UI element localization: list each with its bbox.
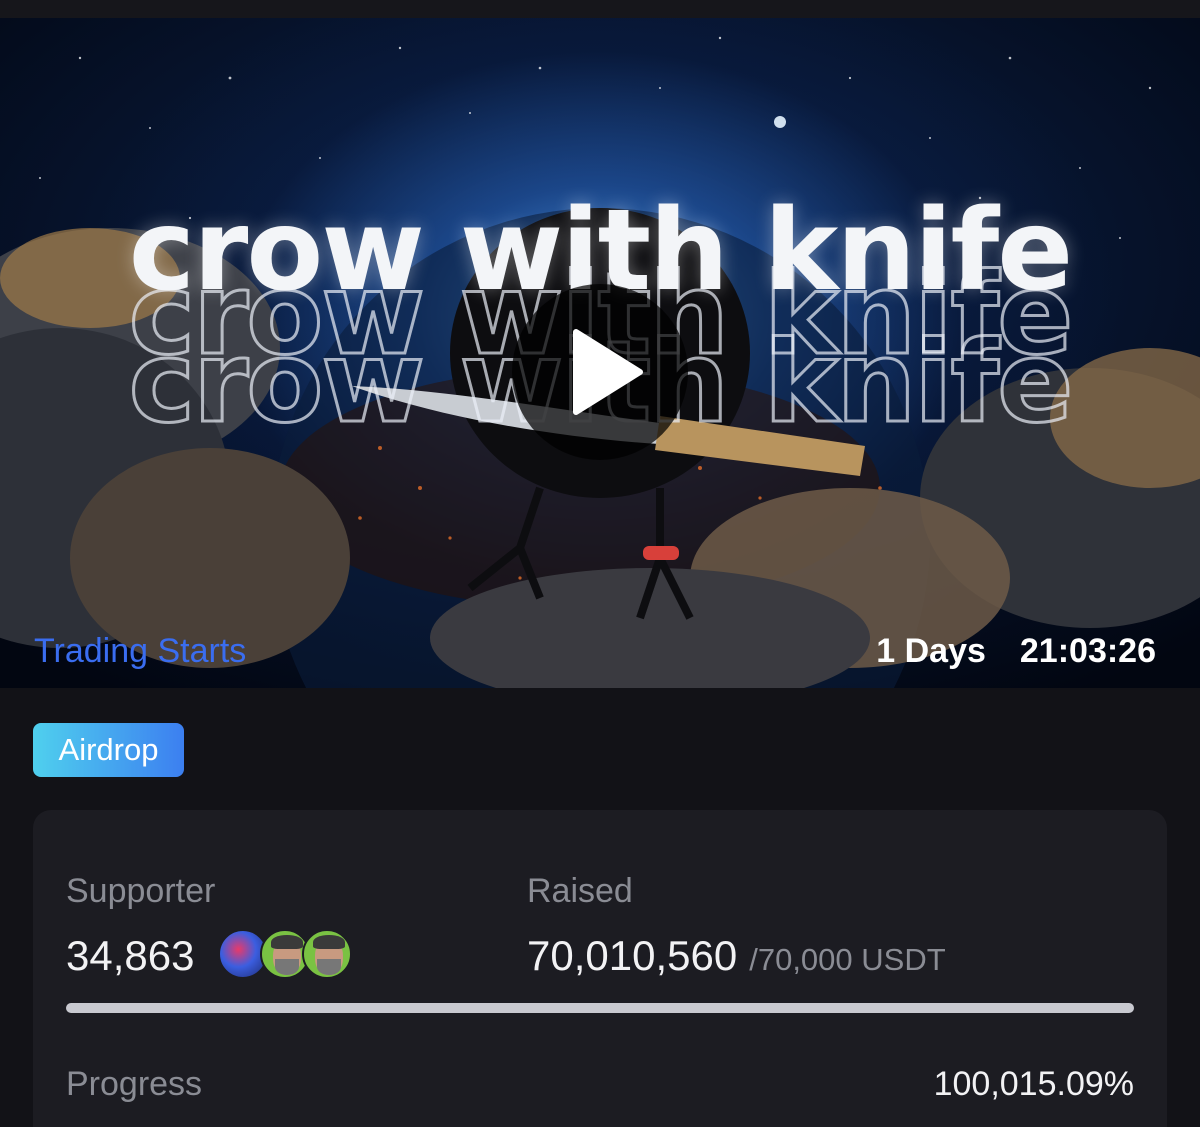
stats-card: Supporter Raised 34,863 70,010,560 /70,0…: [33, 810, 1167, 1127]
play-icon: [573, 329, 643, 415]
supporter-count: 34,863: [66, 932, 195, 979]
countdown: 1 Days 21:03:26: [876, 632, 1156, 671]
raised-target: /70,000 USDT: [749, 942, 946, 977]
progress-fill: [66, 1003, 1134, 1013]
progress-bar: [66, 1003, 1134, 1013]
countdown-time: 21:03:26: [1019, 632, 1156, 670]
supporter-avatars[interactable]: [218, 929, 358, 979]
supporter-label: Supporter: [66, 872, 216, 910]
avatar-icon: [302, 929, 352, 979]
progress-label: Progress: [66, 1065, 203, 1103]
progress-value: 100,015.09%: [933, 1065, 1134, 1103]
trading-starts-label: Trading Starts: [34, 632, 247, 670]
raised-amount: 70,010,560 /70,000 USDT: [527, 932, 946, 980]
raised-value: 70,010,560: [527, 932, 738, 979]
airdrop-badge: Airdrop: [33, 723, 184, 777]
top-strip: [0, 0, 1200, 18]
countdown-days: 1 Days: [876, 632, 986, 670]
raised-label: Raised: [527, 872, 633, 910]
play-button[interactable]: [512, 284, 688, 460]
video-banner[interactable]: crow with knife crow with knife crow wit…: [0, 18, 1200, 688]
